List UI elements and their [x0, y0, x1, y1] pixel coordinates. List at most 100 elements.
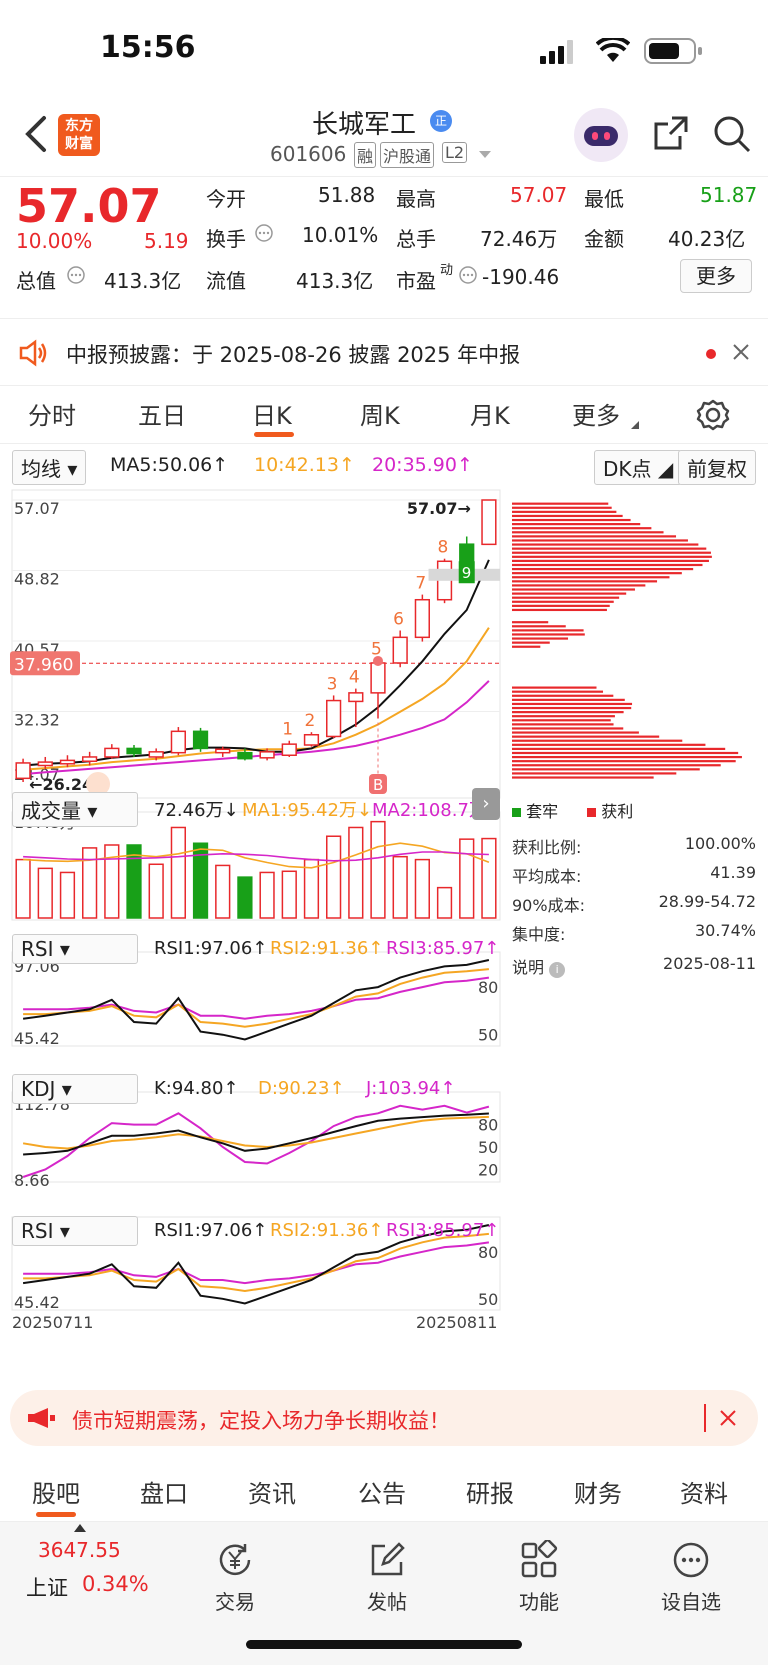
chart-area: 均线 ▾ MA5:50.06↑ 10:42.13↑ 20:35.90↑ DK点 …: [0, 444, 768, 1374]
tab-profile[interactable]: 资料: [680, 1474, 728, 1509]
rsi-level-80-2: 80: [478, 1243, 498, 1262]
price-axis-label: 32.32: [14, 711, 60, 730]
trade-button[interactable]: 交易: [190, 1540, 280, 1615]
tab-more[interactable]: 更多: [572, 396, 620, 431]
chip-bar: [512, 772, 677, 775]
app-logo[interactable]: 东方 财富: [58, 114, 100, 156]
status-bar: 15:56: [0, 0, 768, 100]
pe-value: -190.46: [482, 265, 560, 289]
open-label: 今开: [206, 187, 246, 211]
chip-bar: [512, 686, 597, 689]
td-count-1: 1: [282, 720, 293, 740]
volume-bar: [459, 838, 475, 919]
candle-body: [326, 699, 342, 738]
chip-bar: [512, 735, 660, 738]
add-watchlist-button[interactable]: 设自选: [646, 1540, 736, 1615]
tab-daily-k[interactable]: 日K: [252, 396, 292, 431]
share-icon[interactable]: [652, 114, 690, 152]
tab-reports[interactable]: 研报: [466, 1474, 514, 1509]
rsi-bottom-label: 45.42: [14, 1029, 60, 1048]
rsi2-value-2: RSI2:91.36↑: [270, 1220, 384, 1241]
rsi3-line: [23, 976, 490, 1020]
tab-five-day[interactable]: 五日: [138, 396, 186, 431]
adjust-button[interactable]: 前复权: [678, 450, 756, 485]
functions-button[interactable]: 功能: [494, 1540, 584, 1615]
robot-assistant-icon[interactable]: [574, 108, 628, 162]
candle-body: [104, 747, 120, 758]
profit-ratio-row: 获利比例: 100.00%: [512, 834, 756, 857]
content-tabs: 股吧 盘口 资讯 公告 研报 财务 资料: [0, 1462, 768, 1522]
dk-point-button[interactable]: DK点 ◢: [594, 450, 683, 485]
chip-bar: [512, 543, 699, 546]
chip-note-row[interactable]: 说明 i 2025-08-11: [512, 954, 756, 978]
chip-bar: [512, 760, 736, 763]
td-count-6: 6: [393, 609, 404, 629]
pe-label: 市盈: [396, 269, 436, 293]
tab-forum[interactable]: 股吧: [32, 1474, 80, 1509]
candle-body: [259, 751, 275, 759]
tab-monthly-k[interactable]: 月K: [470, 396, 510, 431]
chip-bar: [512, 539, 688, 542]
candle-body: [481, 499, 497, 546]
chip-bar: [512, 731, 639, 734]
date-end: 20250811: [416, 1313, 497, 1332]
rsi1-value: RSI1:97.06↑: [154, 938, 268, 959]
pe-dynamic-label: 动: [440, 263, 454, 278]
ma-selector[interactable]: 均线 ▾: [12, 450, 87, 485]
chip-bar: [512, 776, 654, 779]
collapse-panel-button[interactable]: ›: [472, 788, 500, 820]
banner-divider: [704, 1404, 706, 1432]
chip-bar: [512, 739, 683, 742]
tab-weekly-k[interactable]: 周K: [360, 396, 400, 431]
ma20-value: 20:35.90↑: [372, 454, 473, 476]
tab-financials[interactable]: 财务: [574, 1474, 622, 1509]
index-value[interactable]: 3647.55: [38, 1538, 121, 1562]
stock-name: 长城军工: [312, 110, 417, 140]
active-tab-indicator: [254, 432, 294, 437]
candle-body: [237, 751, 253, 760]
chip-bar: [512, 621, 549, 624]
rsi-selector[interactable]: RSI ▾: [12, 934, 138, 964]
chip-bar: [512, 514, 623, 518]
chip-bar: [512, 711, 624, 714]
chip-bar: [512, 502, 609, 505]
rsi3-value-2: RSI3:85.97↑: [386, 1220, 500, 1241]
close-icon[interactable]: [732, 343, 750, 361]
kdj-selector[interactable]: KDJ ▾: [12, 1074, 138, 1104]
gear-icon[interactable]: [696, 398, 730, 432]
tag-margin: 融: [354, 142, 377, 168]
promo-banner[interactable]: 债市短期震荡，定投入场力争长期收益！: [10, 1390, 758, 1446]
tag-l2: L2: [442, 142, 468, 163]
volume-bar: [59, 871, 76, 919]
megaphone-icon: [28, 1408, 55, 1428]
chip-bar: [512, 535, 677, 538]
rsi3-value: RSI3:85.97↑: [386, 938, 500, 959]
unread-dot: [706, 349, 716, 359]
kdj-k-value: K:94.80↑: [154, 1078, 239, 1099]
chip-bar: [512, 702, 633, 706]
tab-announcements[interactable]: 公告: [358, 1474, 406, 1509]
info-dots-icon[interactable]: [254, 223, 274, 243]
rsi-level-80: 80: [478, 978, 498, 997]
search-icon[interactable]: [712, 114, 752, 154]
more-button[interactable]: 更多: [680, 259, 752, 293]
tab-orderbook[interactable]: 盘口: [140, 1474, 188, 1509]
info-dots-icon[interactable]: [458, 265, 478, 285]
tab-intraday[interactable]: 分时: [28, 396, 76, 431]
rsi-bottom-label-2: 45.42: [14, 1293, 60, 1312]
post-button[interactable]: 发帖: [342, 1540, 432, 1615]
rsi-selector-2[interactable]: RSI ▾: [12, 1216, 138, 1246]
candle-body: [348, 692, 364, 703]
chip-bar: [512, 694, 614, 697]
volume-selector[interactable]: 成交量 ▾: [12, 792, 138, 827]
back-icon[interactable]: [22, 114, 48, 154]
close-icon[interactable]: [720, 1410, 736, 1426]
kdj-level-50: 50: [478, 1138, 498, 1157]
chip-bar: [512, 747, 726, 751]
dropdown-icon[interactable]: [478, 150, 492, 160]
tab-news[interactable]: 资讯: [248, 1474, 296, 1509]
avg-cost-row: 平均成本: 41.39: [512, 863, 756, 886]
announcement-bar[interactable]: 中报预披露：于 2025-08-26 披露 2025 年中报: [0, 318, 768, 386]
chip-bar: [512, 755, 742, 759]
info-dots-icon[interactable]: [66, 265, 86, 285]
